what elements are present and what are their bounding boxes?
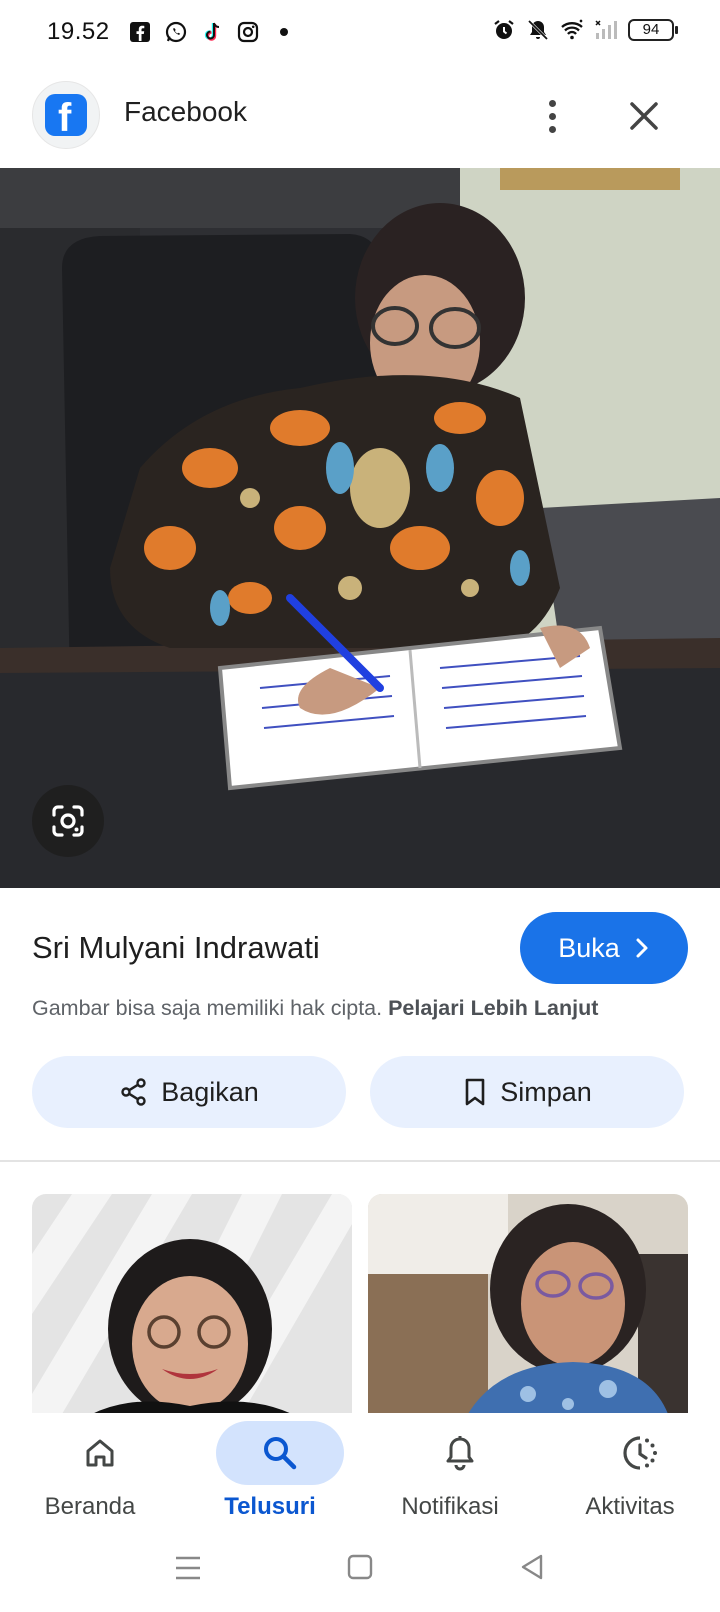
image-title: Sri Mulyani Indrawati [32,930,320,965]
home-button[interactable] [346,1553,374,1581]
whatsapp-icon [165,21,187,43]
share-icon [121,1078,146,1106]
status-time: 19.52 [47,18,110,45]
open-button-label: Buka [558,932,620,963]
nav-pill [36,1421,164,1485]
activity-icon [623,1436,657,1470]
save-label: Simpan [500,1076,592,1107]
nav-label: Beranda [44,1493,136,1520]
battery-icon: 94 [628,19,678,41]
status-bar: 19.52 94 [0,0,720,66]
photo-illustration [0,168,720,888]
nav-item-search[interactable]: Telusuri [190,1413,350,1527]
nav-item-notifications[interactable]: Notifikasi [370,1413,530,1527]
save-button[interactable]: Simpan [370,1056,684,1128]
copyright-text: Gambar bisa saja memiliki hak cipta. [32,996,383,1020]
google-lens-icon [52,805,84,837]
chevron-right-icon [636,938,648,958]
source-title[interactable]: Facebook [124,96,247,128]
bookmark-icon [465,1078,485,1106]
lens-search-button[interactable] [32,785,104,857]
nav-pill [216,1421,344,1485]
facebook-logo-icon: f [45,94,87,140]
open-button[interactable]: Buka [520,912,688,984]
learn-more-link[interactable]: Pelajari Lebih Lanjut [388,996,598,1020]
nav-pill [576,1421,704,1485]
system-status-icons: 94 [492,18,678,42]
more-vert-dot [548,112,556,120]
share-button[interactable]: Bagikan [32,1056,346,1128]
facebook-icon [130,22,150,42]
related-image[interactable] [32,1194,352,1414]
nav-item-home[interactable]: Beranda [10,1413,170,1527]
more-vert-icon [548,99,556,107]
search-icon [264,1437,297,1470]
dot-icon [280,28,288,36]
more-options-button[interactable] [535,94,569,138]
tiktok-icon [204,22,220,41]
source-logo[interactable]: f [32,81,100,149]
related-photo-1 [32,1194,352,1414]
related-image[interactable] [368,1194,688,1414]
nav-label: Aktivitas [585,1493,675,1520]
nav-label: Telusuri [224,1493,316,1520]
share-label: Bagikan [161,1076,259,1107]
alarm-icon [494,20,514,39]
nav-label: Notifikasi [401,1493,499,1520]
home-icon [86,1439,114,1467]
wifi-icon [561,19,583,40]
copyright-notice: Gambar bisa saja memiliki hak cipta. Pel… [32,996,598,1021]
more-vert-dot [548,125,556,133]
recent-apps-button[interactable] [174,1555,202,1581]
result-image[interactable] [0,168,720,888]
signal-icon [595,20,617,39]
back-button[interactable] [518,1553,546,1581]
source-header: f Facebook [0,66,720,168]
nav-pill [396,1421,524,1485]
section-divider [0,1160,720,1162]
close-button[interactable] [622,94,666,138]
notification-icons [128,20,296,44]
bell-icon [446,1436,474,1471]
system-navigation-bar [0,1527,720,1612]
instagram-icon [237,21,259,43]
bottom-navigation: Beranda Telusuri Notifikasi Aktivitas [0,1413,720,1527]
mute-icon [527,19,549,41]
related-photo-2 [368,1194,688,1414]
nav-item-activity[interactable]: Aktivitas [550,1413,710,1527]
